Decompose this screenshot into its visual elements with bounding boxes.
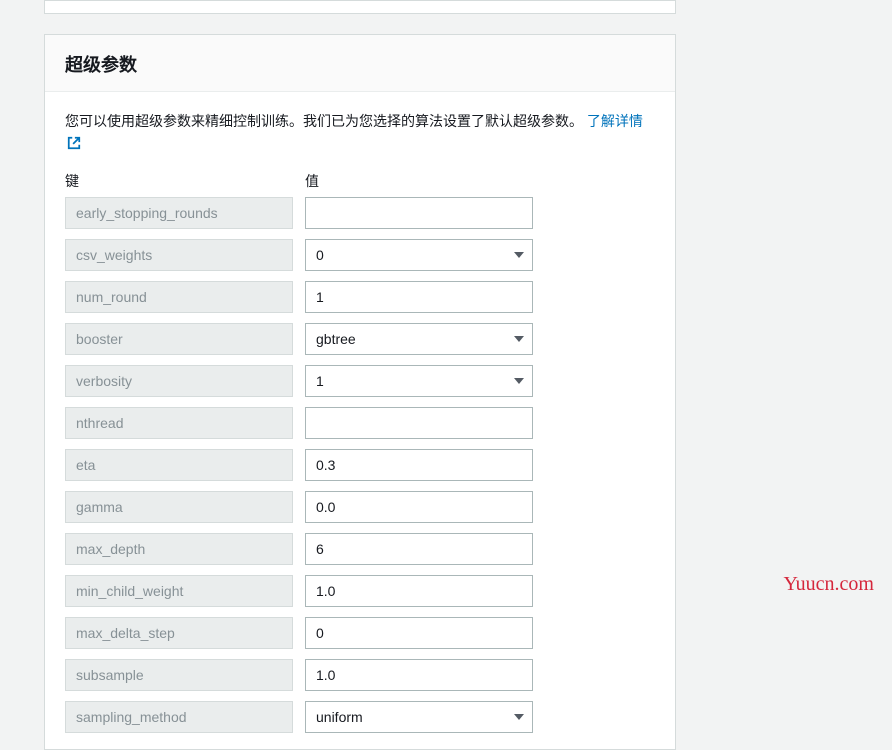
param-row: sampling_method uniform bbox=[65, 701, 655, 733]
param-row: verbosity 1 bbox=[65, 365, 655, 397]
param-select[interactable]: gbtree bbox=[305, 323, 533, 355]
hyperparameter-panel: 超级参数 您可以使用超级参数来精细控制训练。我们已为您选择的算法设置了默认超级参… bbox=[44, 34, 676, 750]
param-key: booster bbox=[65, 323, 293, 355]
panel-title: 超级参数 bbox=[65, 51, 655, 77]
param-select[interactable]: 0 bbox=[305, 239, 533, 271]
param-key: gamma bbox=[65, 491, 293, 523]
param-row: max_depth bbox=[65, 533, 655, 565]
param-input[interactable] bbox=[305, 407, 533, 439]
param-key: early_stopping_rounds bbox=[65, 197, 293, 229]
param-row: eta bbox=[65, 449, 655, 481]
chevron-down-icon bbox=[514, 252, 524, 258]
panel-header: 超级参数 bbox=[45, 35, 675, 92]
chevron-down-icon bbox=[514, 336, 524, 342]
param-select[interactable]: uniform bbox=[305, 701, 533, 733]
param-input[interactable] bbox=[305, 491, 533, 523]
external-link-icon bbox=[67, 134, 81, 156]
param-key: verbosity bbox=[65, 365, 293, 397]
previous-panel-bottom bbox=[44, 0, 676, 14]
chevron-down-icon bbox=[514, 714, 524, 720]
panel-description: 您可以使用超级参数来精细控制训练。我们已为您选择的算法设置了默认超级参数。 了解… bbox=[65, 110, 655, 157]
param-row: num_round bbox=[65, 281, 655, 313]
param-input[interactable] bbox=[305, 197, 533, 229]
column-header-value: 值 bbox=[305, 171, 533, 191]
watermark: Yuucn.com bbox=[783, 573, 874, 596]
param-select-value: uniform bbox=[316, 709, 363, 725]
param-key: eta bbox=[65, 449, 293, 481]
param-input[interactable] bbox=[305, 575, 533, 607]
param-input[interactable] bbox=[305, 449, 533, 481]
param-select-value: gbtree bbox=[316, 331, 356, 347]
param-row: booster gbtree bbox=[65, 323, 655, 355]
param-row: csv_weights 0 bbox=[65, 239, 655, 271]
columns-header: 键 值 bbox=[65, 171, 655, 191]
rows-container: early_stopping_rounds csv_weights 0 num_rou… bbox=[65, 197, 655, 733]
param-key: max_depth bbox=[65, 533, 293, 565]
param-input[interactable] bbox=[305, 659, 533, 691]
param-select-value: 1 bbox=[316, 373, 324, 389]
param-row: gamma bbox=[65, 491, 655, 523]
param-key: sampling_method bbox=[65, 701, 293, 733]
chevron-down-icon bbox=[514, 378, 524, 384]
param-select[interactable]: 1 bbox=[305, 365, 533, 397]
param-key: subsample bbox=[65, 659, 293, 691]
param-key: num_round bbox=[65, 281, 293, 313]
param-select-value: 0 bbox=[316, 247, 324, 263]
param-row: subsample bbox=[65, 659, 655, 691]
param-row: nthread bbox=[65, 407, 655, 439]
param-input[interactable] bbox=[305, 533, 533, 565]
param-key: min_child_weight bbox=[65, 575, 293, 607]
column-header-key: 键 bbox=[65, 171, 293, 191]
param-input[interactable] bbox=[305, 281, 533, 313]
panel-body: 您可以使用超级参数来精细控制训练。我们已为您选择的算法设置了默认超级参数。 了解… bbox=[45, 92, 675, 749]
param-key: nthread bbox=[65, 407, 293, 439]
param-row: early_stopping_rounds bbox=[65, 197, 655, 229]
description-text: 您可以使用超级参数来精细控制训练。我们已为您选择的算法设置了默认超级参数。 bbox=[65, 113, 583, 129]
learn-more-text: 了解详情 bbox=[587, 113, 643, 129]
param-row: min_child_weight bbox=[65, 575, 655, 607]
param-key: csv_weights bbox=[65, 239, 293, 271]
